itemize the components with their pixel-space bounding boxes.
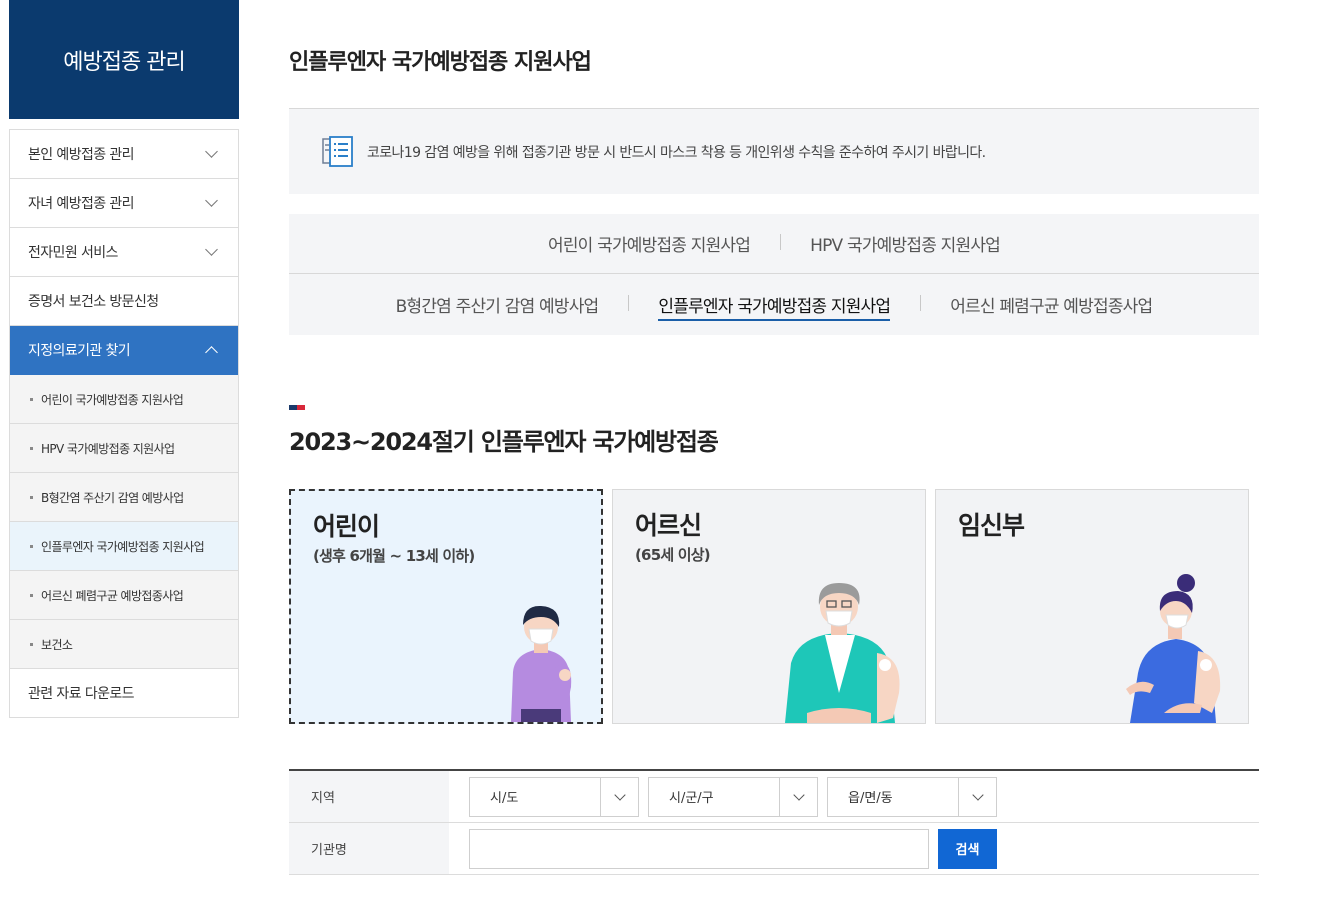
sidebar-subitem-child-program[interactable]: 어린이 국가예방접종 지원사업 [10, 375, 238, 424]
tab-label: B형간염 주산기 감염 예방사업 [395, 296, 600, 317]
institution-name-input[interactable] [469, 828, 929, 869]
sidebar-subitem-health-center[interactable]: 보건소 [10, 620, 238, 669]
chevron-down-icon [792, 788, 805, 801]
section-title: 2023~2024절기 인플루엔자 국가예방접종 [289, 428, 719, 456]
tab-hepatitis-b-program[interactable]: B형간염 주산기 감염 예방사업 [366, 292, 629, 317]
sidebar-item-label: 전자민원 서비스 [28, 245, 118, 261]
card-pregnant[interactable]: 임신부 [935, 489, 1249, 724]
sidebar-item-self-vaccination[interactable]: 본인 예방접종 관리 [10, 130, 238, 179]
section-mark-navy [289, 405, 297, 410]
card-senior[interactable]: 어르신 (65세 이상) [612, 489, 926, 724]
region-row: 지역 시/도 시/군/구 읍/면/동 [289, 771, 1259, 823]
bullet-icon [30, 446, 33, 450]
notice-box: 코로나19 감염 예방을 위해 접종기관 방문 시 반드시 마스크 착용 등 개… [289, 108, 1259, 194]
sidebar-subitem-label: 어르신 폐렴구균 예방접종사업 [41, 588, 184, 603]
bullet-icon [30, 397, 33, 401]
sido-select-value: 시/도 [490, 791, 519, 806]
program-tabs: 어린이 국가예방접종 지원사업 HPV 국가예방접종 지원사업 B형간염 주산기… [289, 214, 1259, 335]
card-child[interactable]: 어린이 (생후 6개월 ~ 13세 이하) [289, 489, 603, 724]
sigungu-select[interactable]: 시/군/구 [648, 776, 818, 817]
select-arrow [600, 777, 638, 816]
sidebar-subitem-label: 어린이 국가예방접종 지원사업 [41, 392, 184, 407]
sidebar-subitem-label: 보건소 [41, 637, 73, 652]
dong-select-value: 읍/면/동 [848, 791, 893, 806]
tab-label: 인플루엔자 국가예방접종 지원사업 [658, 296, 891, 321]
select-arrow [779, 777, 817, 816]
chevron-down-icon [613, 788, 626, 801]
sidebar-title: 예방접종 관리 [9, 0, 239, 119]
tab-influenza-program[interactable]: 인플루엔자 국가예방접종 지원사업 [628, 292, 920, 321]
tab-row: 어린이 국가예방접종 지원사업 HPV 국가예방접종 지원사업 [289, 214, 1259, 274]
dong-select[interactable]: 읍/면/동 [827, 776, 997, 817]
name-row: 기관명 검색 [289, 823, 1259, 875]
sidebar-item-label: 관련 자료 다운로드 [28, 686, 135, 702]
bullet-icon [30, 593, 33, 597]
sidebar-item-downloads[interactable]: 관련 자료 다운로드 [10, 669, 238, 718]
tab-child-program[interactable]: 어린이 국가예방접종 지원사업 [518, 231, 780, 256]
sidebar-subitem-hpv-program[interactable]: HPV 국가예방접종 지원사업 [10, 424, 238, 473]
sidebar-subitem-hepatitis-b-program[interactable]: B형간염 주산기 감염 예방사업 [10, 473, 238, 522]
search-button[interactable]: 검색 [938, 828, 997, 869]
card-title: 임신부 [958, 511, 1025, 540]
name-label: 기관명 [289, 823, 449, 874]
sidebar-subitem-label: B형간염 주산기 감염 예방사업 [41, 490, 184, 505]
senior-illustration [785, 583, 900, 723]
sidebar-item-label: 자녀 예방접종 관리 [28, 196, 135, 212]
sidebar-item-label: 증명서 보건소 방문신청 [28, 294, 159, 310]
card-subtitle: (생후 6개월 ~ 13세 이하) [313, 547, 475, 565]
tab-hpv-program[interactable]: HPV 국가예방접종 지원사업 [780, 231, 1030, 256]
sido-select[interactable]: 시/도 [469, 776, 639, 817]
child-illustration [511, 605, 572, 722]
sidebar-item-label: 본인 예방접종 관리 [28, 147, 135, 163]
search-form: 지역 시/도 시/군/구 읍/면/동 기관명 검색 [289, 769, 1259, 875]
card-title: 어르신 [635, 511, 702, 540]
sidebar-menu: 본인 예방접종 관리 자녀 예방접종 관리 전자민원 서비스 증명서 보건소 방… [9, 129, 239, 718]
chevron-down-icon [205, 243, 218, 256]
sidebar-subitem-influenza-program[interactable]: 인플루엔자 국가예방접종 지원사업 [10, 522, 238, 571]
document-list-icon [322, 135, 353, 167]
bullet-icon [30, 544, 33, 548]
sidebar-item-find-clinic[interactable]: 지정의료기관 찾기 [10, 326, 238, 375]
sidebar-subitem-pneumococcal-program[interactable]: 어르신 폐렴구균 예방접종사업 [10, 571, 238, 620]
chevron-up-icon [205, 346, 218, 359]
bullet-icon [30, 495, 33, 499]
tab-label: 어린이 국가예방접종 지원사업 [547, 236, 751, 256]
section-mark-red [297, 405, 305, 410]
tab-label: HPV 국가예방접종 지원사업 [810, 236, 1001, 256]
sidebar-item-certificate-visit[interactable]: 증명서 보건소 방문신청 [10, 277, 238, 326]
section-mark [289, 405, 305, 410]
chevron-down-icon [205, 194, 218, 207]
chevron-down-icon [205, 145, 218, 158]
sidebar: 예방접종 관리 본인 예방접종 관리 자녀 예방접종 관리 전자민원 서비스 증… [9, 0, 239, 718]
sidebar-item-label: 지정의료기관 찾기 [28, 343, 131, 359]
target-cards: 어린이 (생후 6개월 ~ 13세 이하) 어르신 (65세 이상) 임신부 [289, 489, 1259, 724]
chevron-down-icon [971, 788, 984, 801]
tab-label: 어르신 폐렴구균 예방접종사업 [950, 296, 1153, 317]
sidebar-item-child-vaccination[interactable]: 자녀 예방접종 관리 [10, 179, 238, 228]
page-title: 인플루엔자 국가예방접종 지원사업 [289, 50, 592, 75]
sidebar-subitem-label: 인플루엔자 국가예방접종 지원사업 [41, 539, 205, 554]
sidebar-item-e-civil-service[interactable]: 전자민원 서비스 [10, 228, 238, 277]
bullet-icon [30, 642, 33, 646]
card-subtitle: (65세 이상) [635, 546, 711, 564]
tab-pneumococcal-program[interactable]: 어르신 폐렴구균 예방접종사업 [920, 292, 1182, 317]
sidebar-subitem-label: HPV 국가예방접종 지원사업 [41, 441, 175, 456]
notice-text: 코로나19 감염 예방을 위해 접종기관 방문 시 반드시 마스크 착용 등 개… [367, 144, 986, 161]
sigungu-select-value: 시/군/구 [669, 791, 714, 806]
region-label: 지역 [289, 771, 449, 822]
select-arrow [958, 777, 996, 816]
card-title: 어린이 [313, 512, 380, 541]
pregnant-illustration [1126, 574, 1221, 723]
tab-row: B형간염 주산기 감염 예방사업 인플루엔자 국가예방접종 지원사업 어르신 폐… [289, 274, 1259, 334]
